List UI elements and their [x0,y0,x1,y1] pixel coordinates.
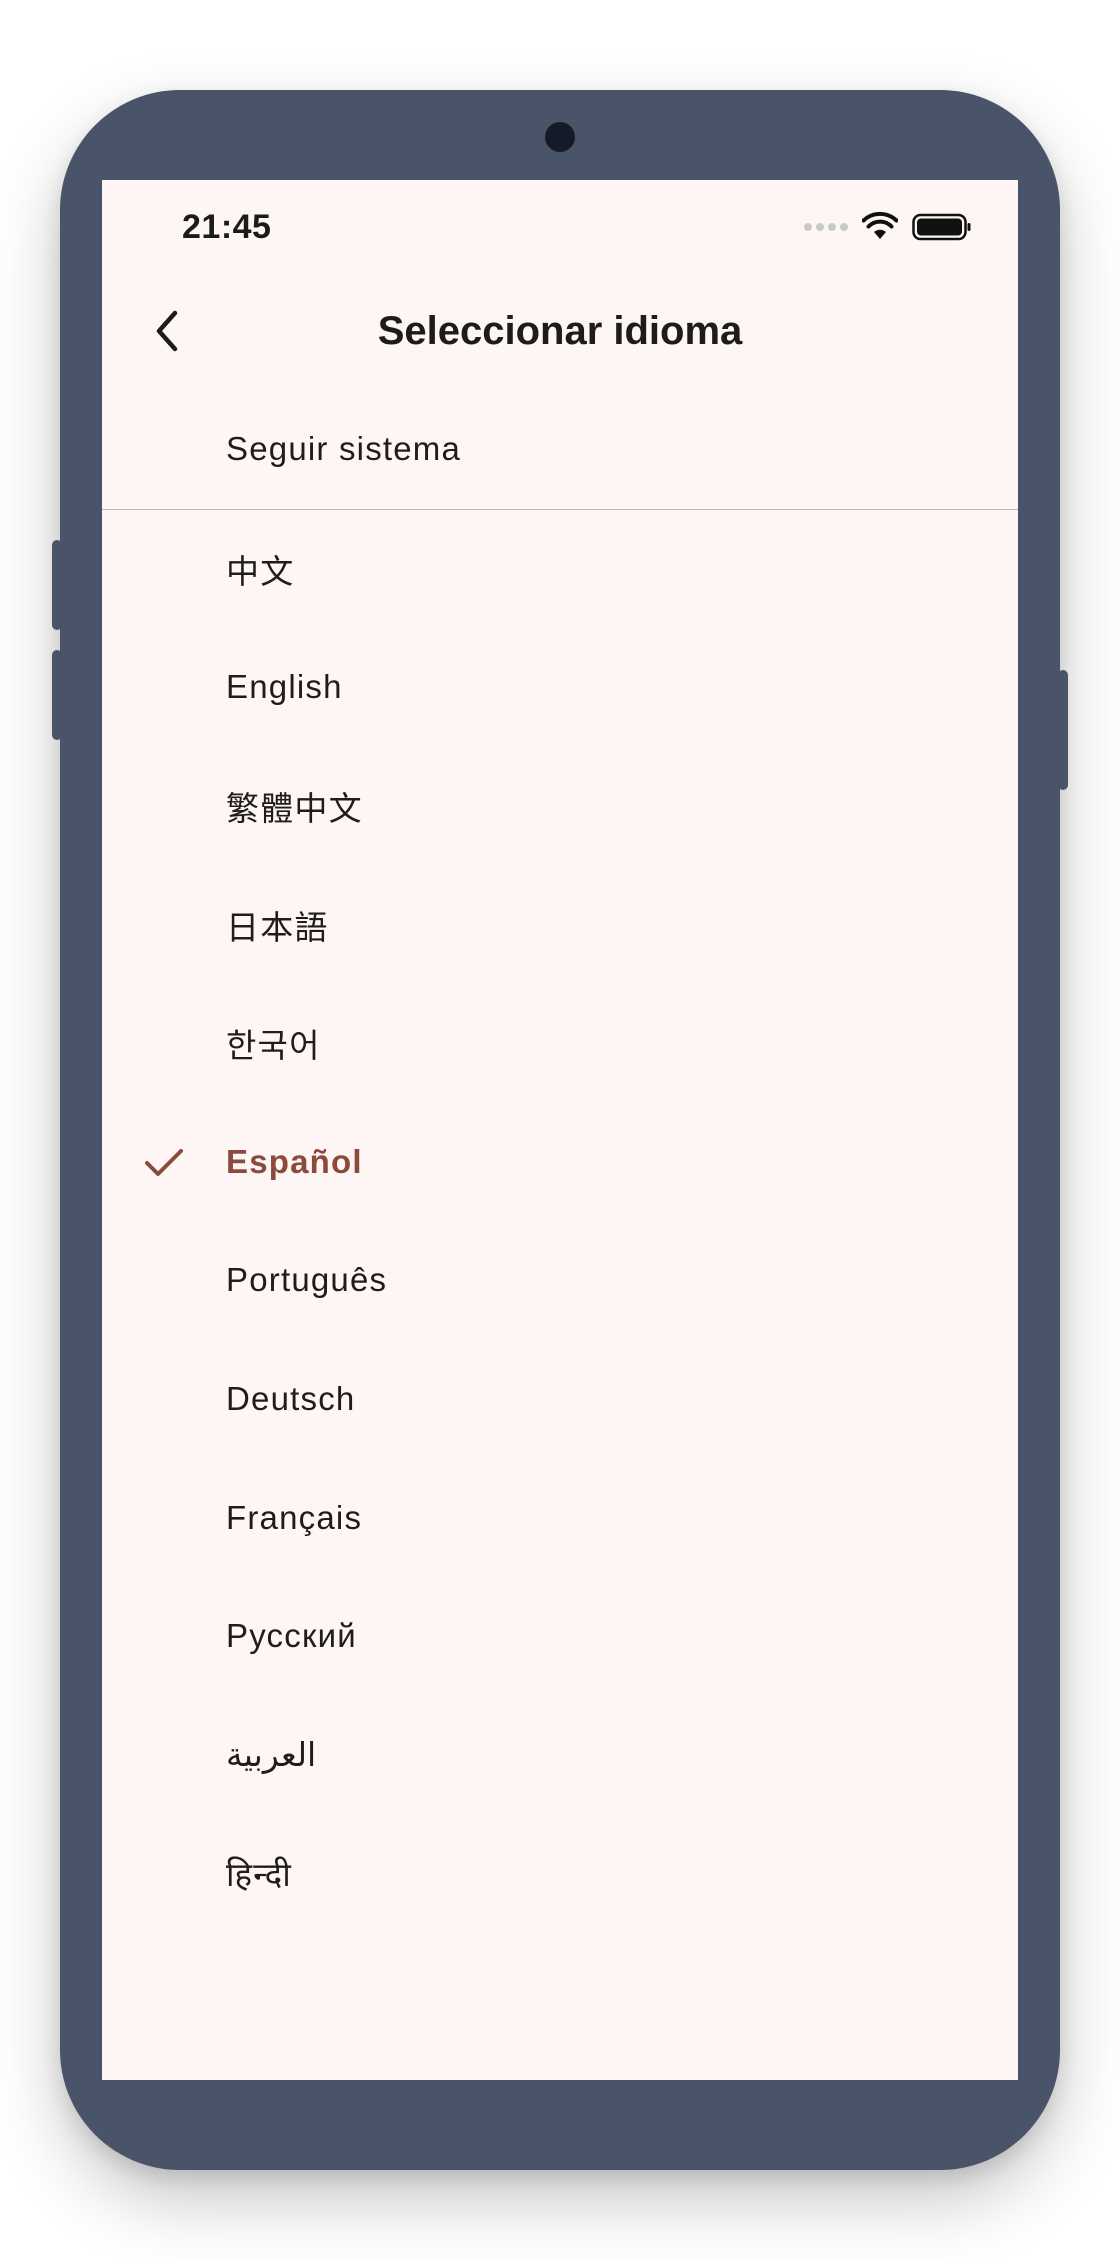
language-option-system[interactable]: Seguir sistema [102,390,1018,509]
language-option[interactable]: 中文 [102,510,1018,629]
check-icon [145,1148,183,1176]
volume-up-button [52,540,62,630]
language-label: Русский [226,1617,357,1655]
language-option[interactable]: हिन्दी [102,1814,1018,1933]
language-label: Português [226,1261,388,1299]
language-label: 繁體中文 [226,790,363,828]
signal-dots-icon [804,223,848,231]
language-label: Deutsch [226,1380,356,1418]
front-camera [545,122,575,152]
language-option[interactable]: Français [102,1458,1018,1577]
device-frame: 21:45 Seleccionar idioma Seguir sistema … [52,90,1068,2170]
power-button [1058,670,1068,790]
language-label: English [226,668,343,706]
language-option[interactable]: 한국어 [102,984,1018,1103]
language-option[interactable]: English [102,628,1018,747]
page-title: Seleccionar idioma [377,309,743,353]
app-screen: 21:45 Seleccionar idioma Seguir sistema … [102,180,1018,2080]
language-label: Español [226,1142,363,1180]
language-option[interactable]: Português [102,1221,1018,1340]
app-bar: Seleccionar idioma [102,275,1018,390]
status-bar: 21:45 [102,180,1018,275]
language-option[interactable]: Русский [102,1577,1018,1696]
language-label: Seguir sistema [226,430,462,468]
volume-down-button [52,650,62,740]
status-time: 21:45 [182,208,272,246]
language-label: 中文 [226,552,295,590]
status-icons [804,210,972,244]
language-option[interactable]: 繁體中文 [102,747,1018,866]
language-label: हिन्दी [226,1855,292,1893]
language-label: 한국어 [226,1027,321,1065]
battery-icon [912,213,971,241]
language-label: Français [226,1498,363,1536]
language-list: Seguir sistema 中文 English 繁體中文 日本語 한국어 E… [102,390,1018,1933]
language-option-selected[interactable]: Español [102,1103,1018,1222]
wifi-icon [862,212,898,239]
language-option[interactable]: Deutsch [102,1340,1018,1459]
language-option[interactable]: العربية [102,1696,1018,1815]
language-label: العربية [226,1736,317,1774]
language-label: 日本語 [226,908,329,946]
language-option[interactable]: 日本語 [102,865,1018,984]
